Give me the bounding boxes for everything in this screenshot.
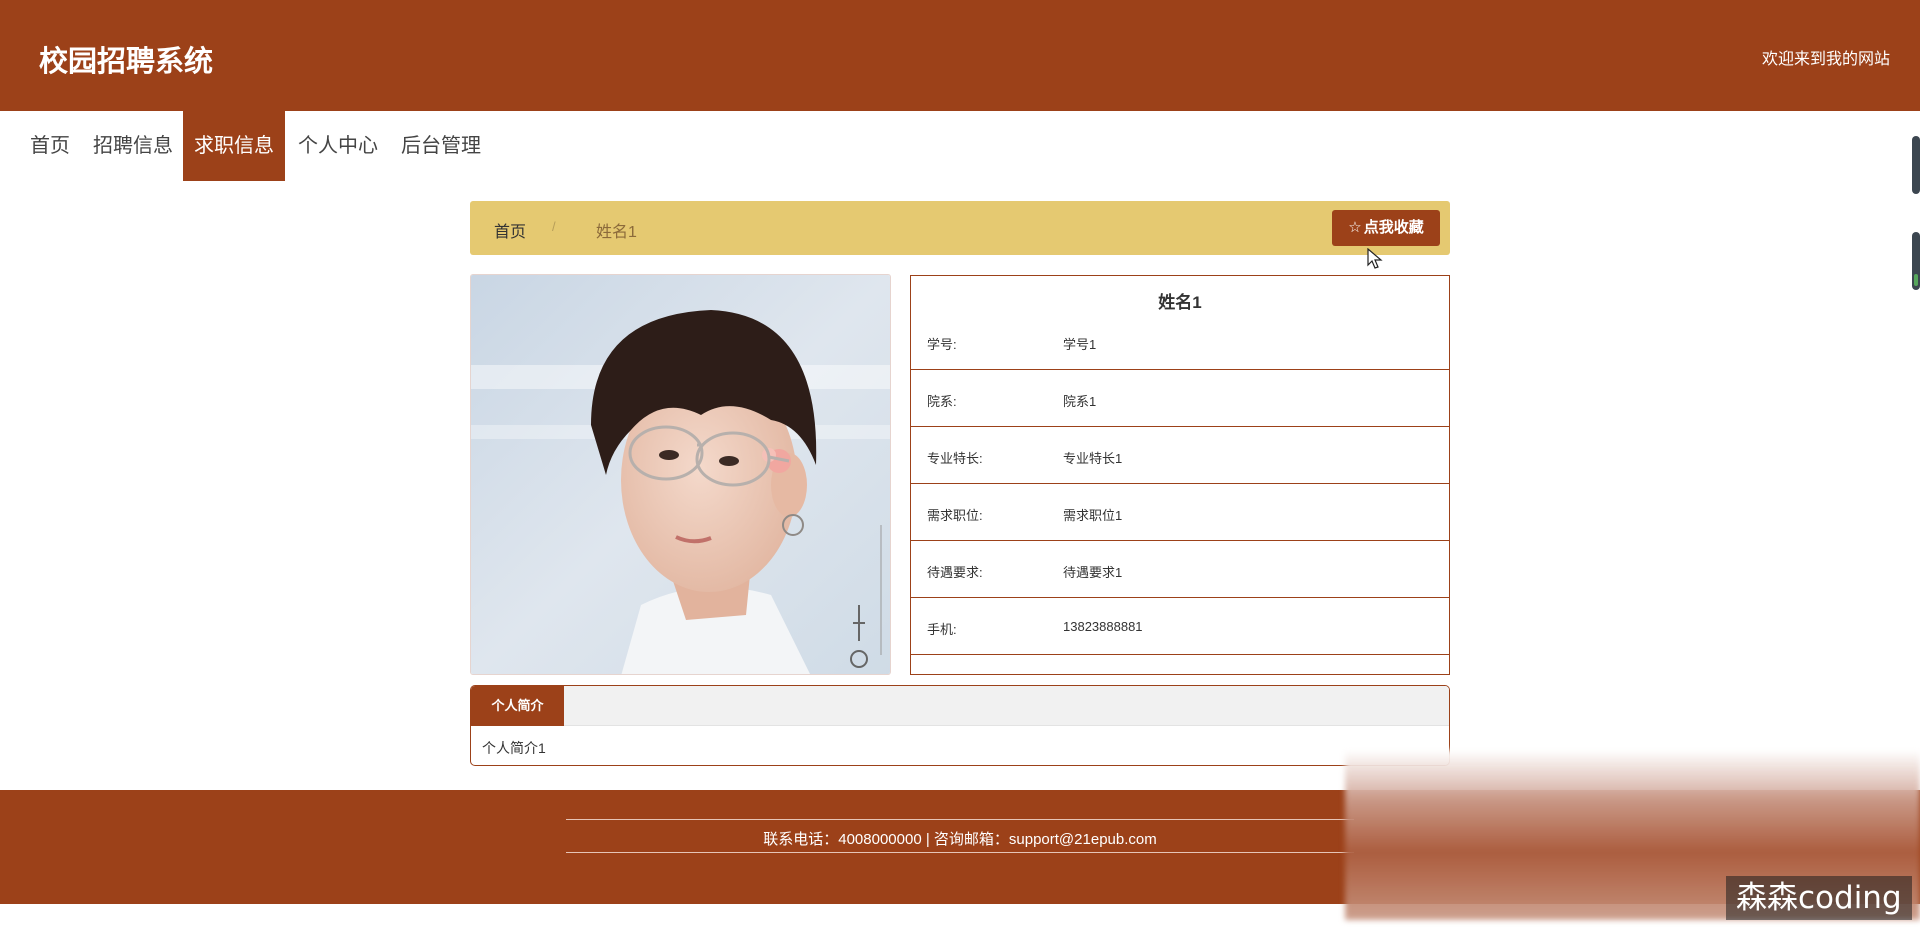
info-value: 待遇要求1 — [1063, 565, 1123, 580]
info-row-student-id: 学号: 学号1 — [911, 313, 1449, 370]
info-row-desired-position: 需求职位: 需求职位1 — [911, 484, 1449, 541]
breadcrumb: 首页 / 姓名1 ☆ 点我收藏 — [470, 201, 1450, 255]
site-header: 校园招聘系统 欢迎来到我的网站 — [0, 0, 1920, 111]
info-value: 学号1 — [1063, 337, 1097, 352]
mouse-cursor-icon — [1367, 248, 1383, 269]
info-value: 需求职位1 — [1063, 508, 1123, 523]
breadcrumb-current: 姓名1 — [596, 224, 637, 241]
info-value: 13823888881 — [1063, 619, 1143, 634]
info-value: 院系1 — [1063, 394, 1097, 409]
info-label: 学号: — [927, 337, 957, 352]
star-outline-icon: ☆ — [1348, 219, 1362, 236]
breadcrumb-home-link[interactable]: 首页 — [494, 218, 526, 242]
scrollbar-indicator[interactable] — [1912, 232, 1920, 290]
favorite-button[interactable]: ☆ 点我收藏 — [1332, 210, 1440, 246]
nav-item-recruitment[interactable]: 招聘信息 — [88, 111, 178, 181]
info-row-department: 院系: 院系1 — [911, 370, 1449, 427]
nav-item-admin[interactable]: 后台管理 — [396, 111, 486, 181]
intro-content: 个人简介1 — [482, 740, 546, 756]
info-label: 院系: — [927, 394, 957, 409]
favorite-button-label: 点我收藏 — [1363, 219, 1424, 236]
info-label: 待遇要求: — [927, 565, 983, 580]
info-row-salary: 待遇要求: 待遇要求1 — [911, 541, 1449, 598]
info-label: 需求职位: — [927, 508, 983, 523]
info-row-specialty: 专业特长: 专业特长1 — [911, 427, 1449, 484]
profile-info-panel: 姓名1 学号: 学号1 院系: 院系1 专业特长: 专业特长1 需求职位: 需求… — [910, 275, 1450, 675]
avatar — [471, 275, 890, 674]
nav-item-home[interactable]: 首页 — [21, 111, 79, 181]
main-nav: 首页 招聘信息 求职信息 个人中心 后台管理 — [0, 111, 1920, 181]
intro-tabbar: 个人简介 — [471, 686, 1449, 726]
welcome-text: 欢迎来到我的网站 — [1761, 51, 1890, 68]
intro-panel: 个人简介 个人简介1 — [470, 685, 1450, 766]
site-title: 校园招聘系统 — [39, 46, 214, 78]
profile-name: 姓名1 — [1158, 293, 1202, 312]
footer-divider — [566, 852, 1354, 853]
info-label: 手机: — [927, 622, 957, 637]
info-value: 专业特长1 — [1063, 451, 1123, 466]
nav-item-job-seeking[interactable]: 求职信息 — [183, 111, 285, 181]
footer-divider — [566, 819, 1354, 820]
breadcrumb-separator: / — [552, 219, 556, 234]
tab-personal-intro[interactable]: 个人简介 — [471, 686, 564, 726]
scrollbar-indicator[interactable] — [1912, 136, 1920, 194]
profile-photo — [470, 274, 891, 675]
watermark: 森森coding — [1726, 876, 1912, 920]
nav-item-personal-center[interactable]: 个人中心 — [293, 111, 383, 181]
info-label: 专业特长: — [927, 451, 983, 466]
info-row-phone: 手机: 13823888881 — [911, 598, 1449, 655]
